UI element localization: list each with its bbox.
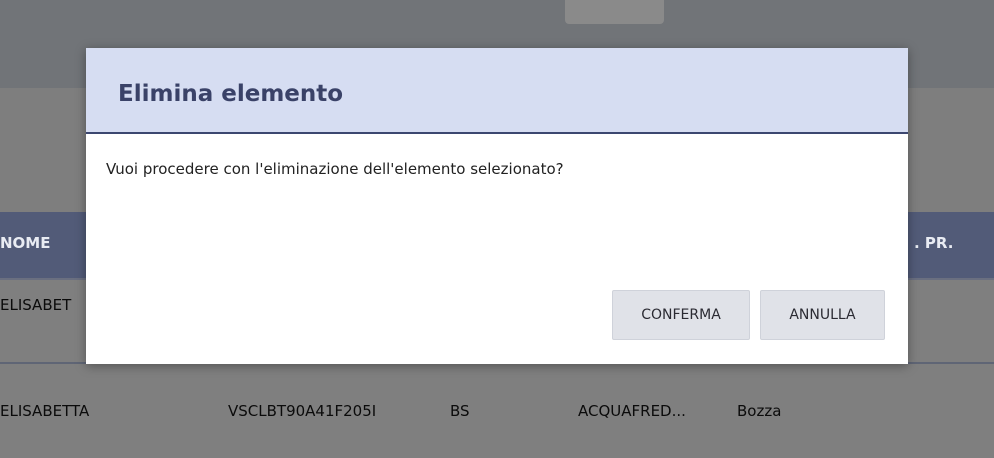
cell-nome: ELISABET xyxy=(0,296,72,314)
cell-codice-fiscale: VSCLBT90A41F205I xyxy=(228,402,377,420)
top-tab xyxy=(565,0,664,24)
confirm-button[interactable]: CONFERMA xyxy=(612,290,750,340)
cancel-button[interactable]: ANNULLA xyxy=(760,290,885,340)
cell-stato: Bozza xyxy=(737,402,782,420)
table-row[interactable]: ELISABETTA VSCLBT90A41F205I BS ACQUAFRED… xyxy=(0,364,994,432)
dialog-title: Elimina elemento xyxy=(118,81,344,107)
cell-comune: ACQUAFRED... xyxy=(578,402,686,420)
column-header-stato-pr[interactable]: . PR. xyxy=(914,212,953,278)
column-header-nome[interactable]: NOME xyxy=(0,212,50,278)
dialog-message: Vuoi procedere con l'eliminazione dell'e… xyxy=(106,160,564,178)
cell-nome: ELISABETTA xyxy=(0,402,90,420)
delete-confirm-dialog: Elimina elemento Vuoi procedere con l'el… xyxy=(86,48,908,364)
cell-provincia: BS xyxy=(450,402,470,420)
dialog-header: Elimina elemento xyxy=(86,48,908,134)
